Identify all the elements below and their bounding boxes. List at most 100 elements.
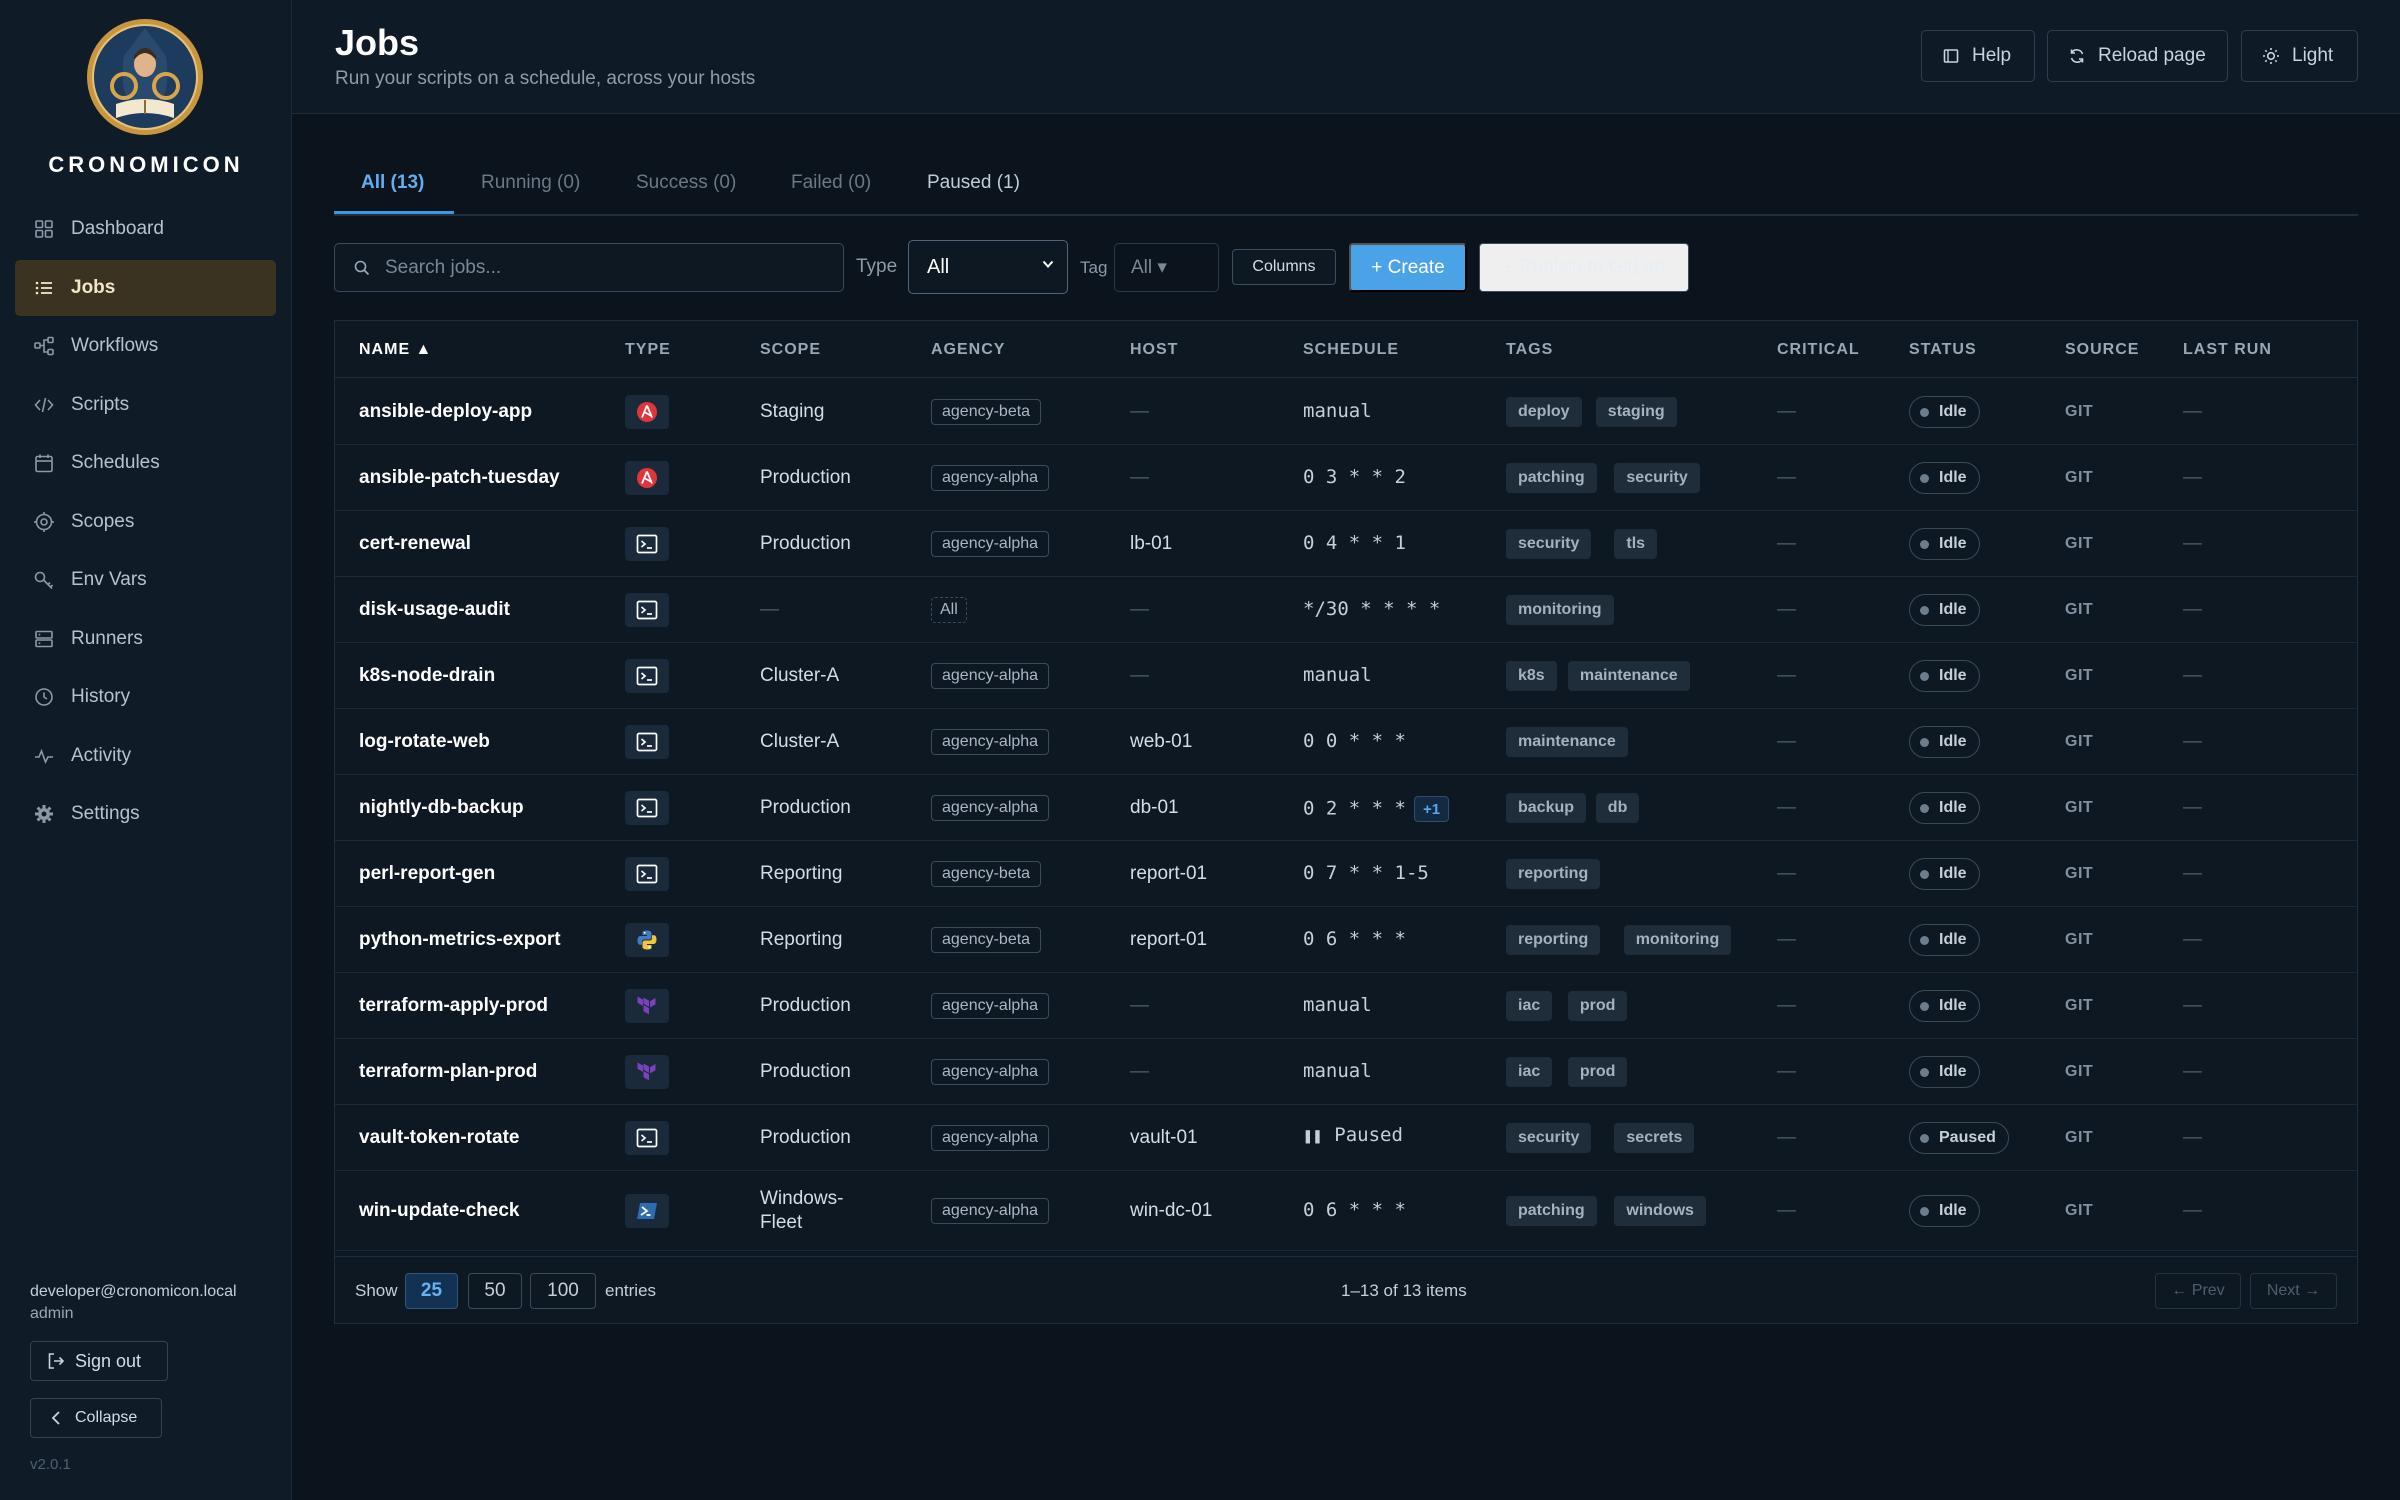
job-name[interactable]: cert-renewal: [359, 533, 471, 555]
table-row[interactable]: nightly-db-backup Production agency-alpha d…: [335, 775, 2357, 841]
column-header-scope[interactable]: SCOPE: [760, 341, 821, 359]
job-scope: Staging: [760, 401, 825, 422]
sidebar-item-scripts[interactable]: Scripts: [15, 377, 276, 433]
grid-icon: [33, 218, 55, 240]
table-row[interactable]: terraform-apply-prod Production agency-alp…: [335, 973, 2357, 1039]
column-header-source[interactable]: SOURCE: [2065, 341, 2139, 359]
column-header-agency[interactable]: AGENCY: [931, 341, 1005, 359]
page-size-100-button[interactable]: 100: [530, 1273, 596, 1309]
columns-button[interactable]: Columns: [1232, 249, 1336, 285]
table-row[interactable]: cert-renewal Production agency-alpha lb-01 0…: [335, 511, 2357, 577]
reload-page-button[interactable]: Reload page: [2047, 30, 2228, 82]
terminal-icon: [625, 791, 669, 825]
collapse-button[interactable]: Collapse: [30, 1398, 162, 1438]
job-name[interactable]: terraform-apply-prod: [359, 995, 548, 1017]
sidebar-item-dashboard[interactable]: Dashboard: [15, 201, 276, 257]
column-header-host[interactable]: HOST: [1130, 341, 1178, 359]
job-critical: —: [1777, 665, 1796, 686]
status-label: Idle: [1939, 733, 1967, 750]
schedule-more-badge[interactable]: +1: [1413, 796, 1450, 822]
table-row[interactable]: terraform-plan-prod Production agency-alph…: [335, 1039, 2357, 1105]
sidebar-item-workflows[interactable]: Workflows: [15, 318, 276, 374]
sidebar-item-history[interactable]: History: [15, 669, 276, 725]
column-header-critical[interactable]: CRITICAL: [1777, 341, 1860, 359]
prev-page-button[interactable]: ← Prev: [2155, 1273, 2241, 1309]
tab-failed[interactable]: Failed (0): [791, 172, 871, 194]
sidebar-item-label: Scopes: [71, 510, 135, 532]
job-host: web-01: [1130, 731, 1193, 752]
job-source: GIT: [2065, 469, 2094, 486]
column-header-status[interactable]: STATUS: [1909, 341, 1977, 359]
theme-toggle-button[interactable]: Light: [2241, 30, 2358, 82]
job-name[interactable]: k8s-node-drain: [359, 665, 495, 687]
job-name[interactable]: terraform-plan-prod: [359, 1061, 537, 1083]
help-button[interactable]: Help: [1921, 30, 2035, 82]
job-name[interactable]: ansible-deploy-app: [359, 401, 532, 423]
column-header-tags[interactable]: TAGS: [1506, 341, 1553, 359]
user-role: admin: [30, 1305, 74, 1322]
table-row[interactable]: disk-usage-audit — All — */30 * * * * monitor…: [335, 577, 2357, 643]
sidebar-item-schedules[interactable]: Schedules: [15, 435, 276, 491]
status-dot-icon: [1920, 539, 1929, 549]
table-row[interactable]: log-rotate-web Cluster-A agency-alpha web-0…: [335, 709, 2357, 775]
chevron-left-icon: [51, 1411, 60, 1425]
sidebar-item-scopes[interactable]: Scopes: [15, 494, 276, 550]
tag-filter-select[interactable]: All ▾: [1114, 243, 1219, 292]
job-last-run: —: [2183, 1127, 2202, 1148]
column-header-name[interactable]: NAME ▲: [359, 341, 432, 359]
page-size-50-button[interactable]: 50: [468, 1273, 522, 1309]
job-name[interactable]: python-metrics-export: [359, 929, 561, 951]
job-schedule: 0 4 * * 1: [1303, 532, 1406, 554]
status-label: Idle: [1939, 799, 1967, 816]
column-header-last-run[interactable]: LAST RUN: [2183, 341, 2272, 359]
job-name[interactable]: ansible-patch-tuesday: [359, 467, 560, 489]
table-row[interactable]: python-metrics-export Reporting agency-bet…: [335, 907, 2357, 973]
job-scope: Cluster-A: [760, 665, 840, 686]
tab-success[interactable]: Success (0): [636, 172, 736, 194]
tab-running[interactable]: Running (0): [481, 172, 580, 194]
agency-badge: agency-alpha: [931, 1198, 1050, 1224]
table-row[interactable]: win-update-check Windows- Fleet agency-alp…: [335, 1171, 2357, 1251]
job-source: GIT: [2065, 667, 2094, 684]
publish-to-gitlab-button[interactable]: + Publish to GitLab: [1479, 243, 1689, 292]
job-last-run: —: [2183, 929, 2202, 950]
entries-label: entries: [605, 1281, 657, 1300]
sign-out-button[interactable]: Sign out: [30, 1341, 168, 1381]
tab-paused[interactable]: Paused (1): [927, 172, 1020, 194]
sidebar-item-env-vars[interactable]: Env Vars: [15, 552, 276, 608]
refresh-icon: [2070, 49, 2084, 63]
next-page-button[interactable]: Next →: [2250, 1273, 2337, 1309]
job-critical: —: [1777, 467, 1796, 488]
tag-chip: reporting: [1506, 859, 1601, 889]
job-name[interactable]: win-update-check: [359, 1200, 519, 1222]
job-critical: —: [1777, 1127, 1796, 1148]
tab-all[interactable]: All (13): [361, 172, 424, 194]
job-source: GIT: [2065, 799, 2094, 816]
schedule-expression: 0 4 * * 1: [1303, 532, 1406, 554]
column-header-schedule[interactable]: SCHEDULE: [1303, 341, 1399, 359]
job-critical: —: [1777, 1200, 1796, 1221]
tag-chip: staging: [1595, 397, 1677, 427]
table-row[interactable]: ansible-deploy-app Staging agency-beta — man…: [335, 379, 2357, 445]
table-row[interactable]: vault-token-rotate Production agency-alpha…: [335, 1105, 2357, 1171]
table-row[interactable]: perl-report-gen Reporting agency-beta repor…: [335, 841, 2357, 907]
type-filter-select[interactable]: All: [908, 240, 1068, 294]
job-host: —: [1130, 995, 1149, 1016]
job-name[interactable]: nightly-db-backup: [359, 797, 524, 819]
sidebar-item-activity[interactable]: Activity: [15, 728, 276, 784]
agency-badge: agency-alpha: [931, 1059, 1050, 1085]
search-input[interactable]: [385, 256, 825, 279]
job-name[interactable]: perl-report-gen: [359, 863, 495, 885]
job-name[interactable]: log-rotate-web: [359, 731, 490, 753]
sidebar-item-runners[interactable]: Runners: [15, 611, 276, 667]
job-name[interactable]: vault-token-rotate: [359, 1127, 519, 1149]
schedule-expression: 0 7 * * 1-5: [1303, 862, 1429, 884]
job-name[interactable]: disk-usage-audit: [359, 599, 510, 621]
column-header-type[interactable]: TYPE: [625, 341, 671, 359]
sidebar-item-jobs[interactable]: Jobs: [15, 259, 276, 316]
table-row[interactable]: k8s-node-drain Cluster-A agency-alpha — manu…: [335, 643, 2357, 709]
table-row[interactable]: ansible-patch-tuesday Production agency-al…: [335, 445, 2357, 511]
sidebar-item-settings[interactable]: Settings: [15, 786, 276, 842]
page-size-25-button[interactable]: 25: [405, 1273, 458, 1309]
create-job-button[interactable]: + Create: [1349, 243, 1467, 292]
